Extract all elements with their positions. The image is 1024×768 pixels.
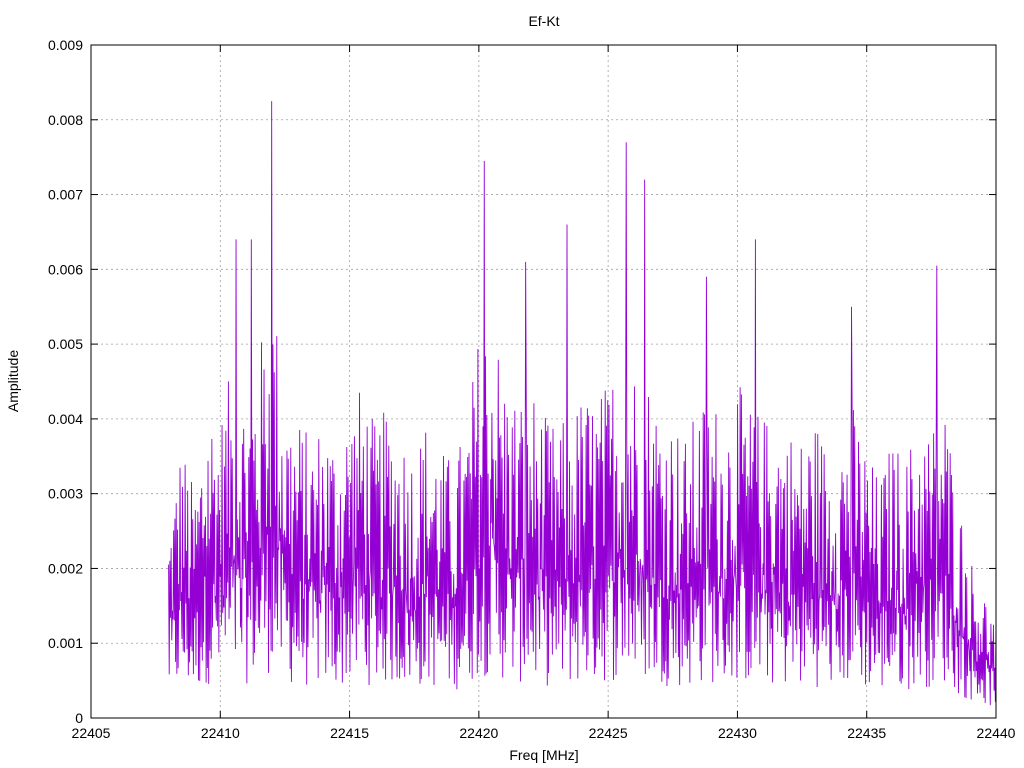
y-tick-label: 0.004 xyxy=(48,411,83,427)
y-tick-label: 0.005 xyxy=(48,336,83,352)
x-tick-label: 22405 xyxy=(72,725,111,741)
x-tick-label: 22415 xyxy=(330,725,369,741)
x-tick-label: 22440 xyxy=(977,725,1016,741)
x-tick-label: 22420 xyxy=(459,725,498,741)
x-tick-label: 22410 xyxy=(201,725,240,741)
chart: 22405 22410 22415 22420 22425 22430 22435 22440… xyxy=(5,13,1016,763)
y-tick-label: 0.003 xyxy=(48,486,83,502)
y-tick-label: 0.008 xyxy=(48,112,83,128)
y-axis-label: Amplitude xyxy=(5,350,21,412)
y-tick-label: 0.007 xyxy=(48,187,83,203)
x-tick-label: 22425 xyxy=(589,725,628,741)
y-tick-label: 0.002 xyxy=(48,560,83,576)
x-tick-labels: 22405 22410 22415 22420 22425 22430 22435 22440 xyxy=(72,725,1016,741)
y-tick-label: 0.009 xyxy=(48,37,83,53)
y-tick-label: 0 xyxy=(75,710,83,726)
chart-title: Ef-Kt xyxy=(528,13,559,29)
series-line xyxy=(168,101,997,706)
y-tick-label: 0.001 xyxy=(48,635,83,651)
series-layer xyxy=(168,101,997,706)
x-axis-label: Freq [MHz] xyxy=(509,747,578,763)
y-tick-label: 0.006 xyxy=(48,261,83,277)
x-tick-label: 22435 xyxy=(847,725,886,741)
y-tick-labels: 0 0.001 0.002 0.003 0.004 0.005 0.006 0.007 0.00… xyxy=(48,37,83,726)
x-tick-label: 22430 xyxy=(718,725,757,741)
